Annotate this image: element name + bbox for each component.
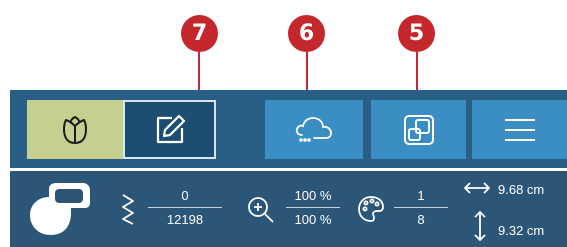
stitch-total: 12198: [166, 212, 204, 227]
height-arrow-icon: [474, 211, 486, 241]
resize-icon: [403, 114, 434, 145]
callout-5: 5: [398, 15, 435, 52]
edit-mode-button[interactable]: [123, 100, 216, 159]
stitch-current: 0: [181, 188, 189, 203]
color-current: 1: [417, 188, 425, 203]
cloud-icon: [295, 116, 332, 142]
callout-6-label: 6: [298, 21, 315, 46]
color-counter: 1 8: [394, 186, 448, 229]
callout-7-label: 7: [191, 21, 208, 46]
callout-5-label: 5: [408, 21, 425, 46]
menu-button[interactable]: [472, 100, 567, 159]
color-palette-icon[interactable]: [356, 194, 386, 224]
zoom-readout: 100 % 100 %: [286, 186, 340, 229]
zoom-in-icon[interactable]: [246, 195, 276, 225]
hamburger-menu-icon: [504, 118, 535, 141]
embroidery-mode-button[interactable]: [27, 100, 123, 159]
stitch-counter: 0 12198: [148, 186, 222, 229]
status-bar: 0 12198 100 % 100 % 1 8 9.68 cm 9.32 cm: [10, 171, 567, 247]
cloud-button[interactable]: [265, 100, 363, 159]
resize-button[interactable]: [371, 100, 466, 159]
callout-7: 7: [181, 15, 218, 52]
tulip-icon: [63, 115, 87, 144]
width-arrow-icon: [464, 182, 490, 194]
hoop-icon[interactable]: [27, 181, 107, 237]
pencil-edit-icon: [156, 114, 185, 143]
callout-6: 6: [288, 15, 325, 52]
stitch-icon: [122, 194, 134, 225]
zoom-current: 100 %: [294, 188, 332, 203]
zoom-fit: 100 %: [294, 212, 332, 227]
width-value: 9.68 cm: [498, 182, 545, 197]
height-value: 9.32 cm: [498, 223, 545, 238]
color-total: 8: [417, 212, 425, 227]
top-toolbar: [10, 90, 567, 168]
